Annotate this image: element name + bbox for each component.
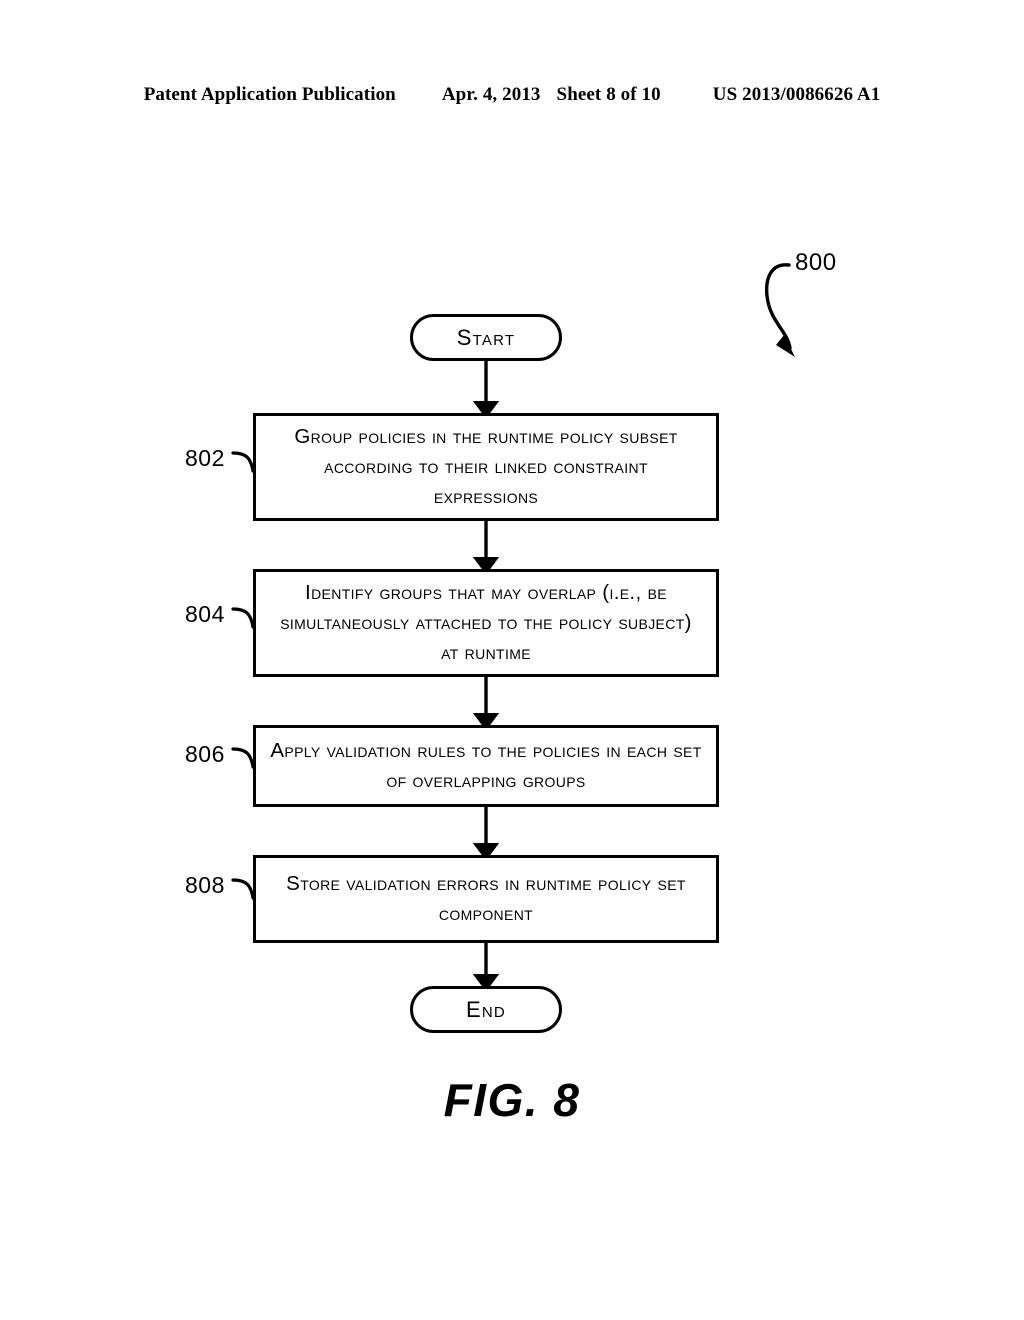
- step-reference-808: 808: [185, 872, 225, 898]
- step-reference-802: 802: [185, 445, 225, 471]
- leader-line-808: [231, 878, 255, 900]
- flow-node-start-label: Start: [456, 324, 516, 350]
- figure-caption: FIG. 8: [443, 1074, 581, 1126]
- flow-node-808[interactable]: Store validation errors in runtime polic…: [253, 855, 719, 943]
- flow-node-808-label: Store validation errors in runtime polic…: [286, 871, 686, 925]
- leader-arrowhead-800: [776, 335, 795, 357]
- flow-node-end-label: End: [466, 996, 506, 1022]
- step-reference-806: 806: [185, 741, 225, 767]
- flow-node-804-label: Identify groups that may overlap (i.e., …: [280, 580, 692, 665]
- flow-node-end[interactable]: End: [410, 986, 562, 1033]
- leader-line-800: [764, 263, 792, 350]
- leader-line-802: [231, 451, 255, 473]
- flow-node-804[interactable]: Identify groups that may overlap (i.e., …: [253, 569, 719, 677]
- flow-node-802[interactable]: Group policies in the runtime policy sub…: [253, 413, 719, 521]
- flow-node-806-label: Apply validation rules to the policies i…: [270, 738, 702, 792]
- flow-node-start[interactable]: Start: [410, 314, 562, 361]
- step-reference-804: 804: [185, 601, 225, 627]
- figure-reference-numeral: 800: [795, 249, 837, 276]
- leader-line-804: [231, 607, 255, 629]
- flow-node-806[interactable]: Apply validation rules to the policies i…: [253, 725, 719, 807]
- leader-line-806: [231, 747, 255, 769]
- flow-node-802-label: Group policies in the runtime policy sub…: [294, 424, 678, 509]
